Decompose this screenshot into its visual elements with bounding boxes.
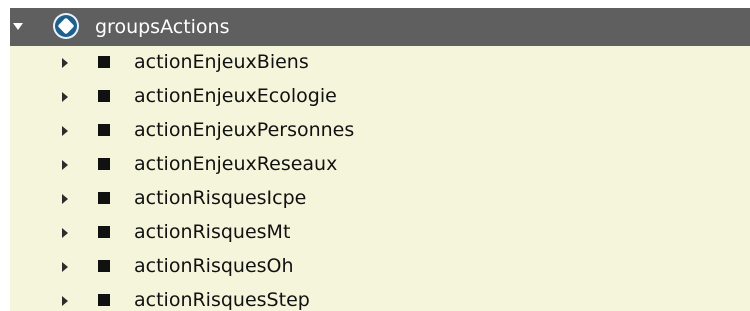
- tree-group-label: groupsActions: [95, 16, 230, 38]
- group-icon: [53, 13, 79, 39]
- tree-item-label: actionRisquesMt: [134, 221, 291, 243]
- tree-item-label: actionEnjeuxBiens: [134, 51, 309, 73]
- square-icon: [98, 294, 110, 306]
- tree-item-label: actionRisquesIcpe: [134, 187, 307, 209]
- tree-item-action-enjeux-personnes[interactable]: actionEnjeuxPersonnes: [10, 114, 750, 148]
- tree-item-action-enjeux-biens[interactable]: actionEnjeuxBiens: [10, 46, 750, 80]
- tree-item-action-risques-step[interactable]: actionRisquesStep: [10, 284, 750, 311]
- square-icon: [98, 226, 110, 238]
- square-icon: [98, 260, 110, 272]
- expand-arrow-icon[interactable]: [62, 58, 68, 68]
- tree-item-label: actionEnjeuxEcologie: [134, 85, 337, 107]
- expand-arrow-icon[interactable]: [62, 296, 68, 306]
- tree-item-action-enjeux-reseaux[interactable]: actionEnjeuxReseaux: [10, 148, 750, 182]
- square-icon: [98, 56, 110, 68]
- tree-item-action-risques-icpe[interactable]: actionRisquesIcpe: [10, 182, 750, 216]
- tree-group-groups-actions[interactable]: groupsActions: [10, 8, 750, 46]
- tree-item-action-enjeux-ecologie[interactable]: actionEnjeuxEcologie: [10, 80, 750, 114]
- tree-item-label: actionRisquesOh: [134, 255, 294, 277]
- expand-arrow-icon[interactable]: [62, 92, 68, 102]
- layer-tree: groupsActions actionEnjeuxBiens actionEn…: [10, 8, 750, 311]
- expand-arrow-icon[interactable]: [13, 23, 23, 30]
- expand-arrow-icon[interactable]: [62, 194, 68, 204]
- tree-item-label: actionRisquesStep: [134, 289, 310, 311]
- square-icon: [98, 192, 110, 204]
- tree-item-action-risques-mt[interactable]: actionRisquesMt: [10, 216, 750, 250]
- layer-tree-window: groupsActions actionEnjeuxBiens actionEn…: [0, 0, 750, 311]
- tree-item-label: actionEnjeuxPersonnes: [134, 119, 355, 141]
- square-icon: [98, 90, 110, 102]
- expand-arrow-icon[interactable]: [62, 126, 68, 136]
- square-icon: [98, 124, 110, 136]
- tree-item-label: actionEnjeuxReseaux: [134, 153, 338, 175]
- expand-arrow-icon[interactable]: [62, 262, 68, 272]
- tree-item-action-risques-oh[interactable]: actionRisquesOh: [10, 250, 750, 284]
- expand-arrow-icon[interactable]: [62, 228, 68, 238]
- expand-arrow-icon[interactable]: [62, 160, 68, 170]
- square-icon: [98, 158, 110, 170]
